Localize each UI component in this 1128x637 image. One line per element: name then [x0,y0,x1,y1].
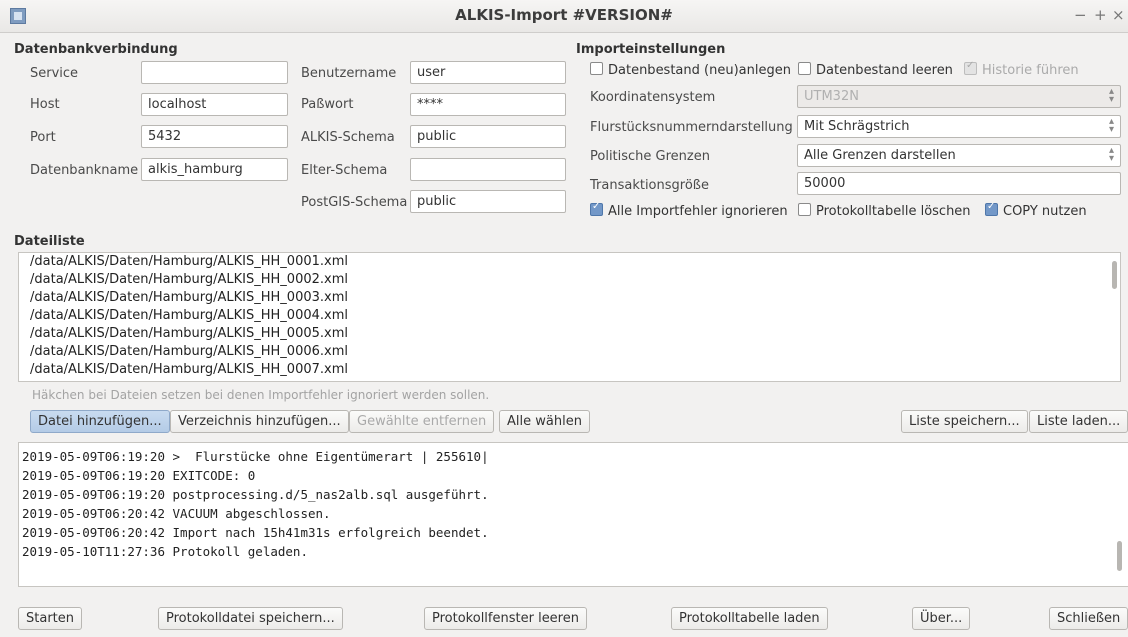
file-list-item[interactable]: /data/ALKIS/Daten/Hamburg/ALKIS_HH_0003.… [19,289,1120,307]
parent-schema-label: Elter-Schema [301,163,388,178]
history-checkbox[interactable]: Historie führen [964,60,1079,78]
db-section-heading: Datenbankverbindung [14,42,178,57]
file-list-item[interactable]: /data/ALKIS/Daten/Hamburg/ALKIS_HH_0001.… [19,253,1120,271]
close-button[interactable]: Schließen [1049,607,1128,630]
start-button[interactable]: Starten [18,607,82,630]
port-input[interactable]: 5432 [141,125,288,148]
clear-checkbox[interactable]: Datenbestand leeren [798,62,953,78]
log-line: 2019-05-10T11:27:36 Protokoll geladen. [22,544,308,559]
drop-logtable-checkbox[interactable]: Protokolltabelle löschen [798,203,971,219]
user-input[interactable]: user [410,61,566,84]
checkbox-box[interactable] [964,60,977,75]
log-line: 2019-05-09T06:19:20 > Flurstücke ohne Ei… [22,449,489,464]
log-line: 2019-05-09T06:20:42 Import nach 15h41m31… [22,525,489,540]
drop-logtable-label: Protokolltabelle löschen [816,204,971,219]
load-logtable-button[interactable]: Protokolltabelle laden [671,607,828,630]
file-list-item[interactable]: /data/ALKIS/Daten/Hamburg/ALKIS_HH_0007.… [19,361,1120,379]
file-list[interactable]: /data/ALKIS/Daten/Hamburg/ALKIS_HH_0001.… [18,252,1121,382]
parcel-combo-value: Mit Schrägstrich [804,119,910,134]
combo-arrows-icon: ▴ ▾ [1108,86,1114,105]
combo-arrows-icon: ▴ ▾ [1108,145,1114,164]
service-input[interactable] [141,61,288,84]
create-checkbox[interactable]: Datenbestand (neu)anlegen [590,62,791,78]
port-label: Port [30,130,56,145]
parcel-combo[interactable]: Mit Schrägstrich ▴ ▾ [797,115,1121,138]
crs-combo-value: UTM32N [804,89,859,104]
save-log-button[interactable]: Protokolldatei speichern... [158,607,343,630]
file-list-item[interactable]: /data/ALKIS/Daten/Hamburg/ALKIS_HH_0006.… [19,343,1120,361]
password-input[interactable]: **** [410,93,566,116]
postgis-schema-input[interactable]: public [410,190,566,213]
host-input[interactable]: localhost [141,93,288,116]
dbname-input[interactable]: alkis_hamburg [141,158,288,181]
minimize-button[interactable]: − [1074,6,1087,24]
remove-selected-button[interactable]: Gewählte entfernen [349,410,495,433]
checkbox-box[interactable] [798,62,811,75]
history-checkbox-label: Historie führen [982,63,1079,78]
maximize-button[interactable]: + [1094,6,1107,24]
create-checkbox-label: Datenbestand (neu)anlegen [608,63,791,78]
log-line: 2019-05-09T06:19:20 EXITCODE: 0 [22,468,256,483]
combo-arrows-icon: ▴ ▾ [1108,116,1114,135]
log-scrollbar[interactable] [1117,541,1122,571]
txsize-label: Transaktionsgröße [590,178,709,193]
log-output[interactable]: 2019-05-09T06:19:20 > Flurstücke ohne Ei… [18,442,1128,587]
crs-combo[interactable]: UTM32N ▴ ▾ [797,85,1121,108]
file-list-scrollbar[interactable] [1112,261,1117,289]
alkis-schema-input[interactable]: public [410,125,566,148]
ignore-errors-label: Alle Importfehler ignorieren [608,204,788,219]
log-line: 2019-05-09T06:20:42 VACUUM abgeschlossen… [22,506,331,521]
import-section-heading: Importeinstellungen [576,42,726,57]
log-line: 2019-05-09T06:19:20 postprocessing.d/5_n… [22,487,489,502]
file-list-item[interactable]: /data/ALKIS/Daten/Hamburg/ALKIS_HH_0004.… [19,307,1120,325]
file-list-hint: Häkchen bei Dateien setzen bei denen Imp… [32,388,490,402]
alkis-schema-label: ALKIS-Schema [301,130,395,145]
copy-checkbox-label: COPY nutzen [1003,204,1087,219]
checkbox-box[interactable] [985,201,998,216]
close-window-button[interactable]: × [1112,6,1125,24]
dbname-label: Datenbankname [30,163,139,178]
host-label: Host [30,97,60,112]
borders-combo-value: Alle Grenzen darstellen [804,148,956,163]
ignore-errors-checkbox[interactable]: Alle Importfehler ignorieren [590,201,788,219]
parent-schema-input[interactable] [410,158,566,181]
select-all-button[interactable]: Alle wählen [499,410,590,433]
postgis-schema-label: PostGIS-Schema [301,195,408,210]
service-label: Service [30,66,79,81]
load-list-button[interactable]: Liste laden... [1029,410,1128,433]
file-list-item[interactable]: /data/ALKIS/Daten/Hamburg/ALKIS_HH_0002.… [19,271,1120,289]
checkbox-box[interactable] [590,62,603,75]
copy-checkbox[interactable]: COPY nutzen [985,201,1087,219]
window-title: ALKIS-Import #VERSION# [455,6,673,24]
borders-combo[interactable]: Alle Grenzen darstellen ▴ ▾ [797,144,1121,167]
password-label: Paßwort [301,97,354,112]
save-list-button[interactable]: Liste speichern... [901,410,1028,433]
checkbox-box[interactable] [798,203,811,216]
about-button[interactable]: Über... [912,607,971,630]
parcel-label: Flurstücksnummerndarstellung [590,120,793,135]
borders-label: Politische Grenzen [590,149,710,164]
user-label: Benutzername [301,66,397,81]
checkbox-box[interactable] [590,201,603,216]
txsize-input[interactable]: 50000 [797,172,1121,195]
file-list-item[interactable]: /data/ALKIS/Daten/Hamburg/ALKIS_HH_0005.… [19,325,1120,343]
crs-label: Koordinatensystem [590,90,716,105]
add-file-button[interactable]: Datei hinzufügen... [30,410,170,433]
files-section-heading: Dateiliste [14,234,85,249]
add-directory-button[interactable]: Verzeichnis hinzufügen... [170,410,349,433]
clear-log-button[interactable]: Protokollfenster leeren [424,607,587,630]
clear-checkbox-label: Datenbestand leeren [816,63,953,78]
